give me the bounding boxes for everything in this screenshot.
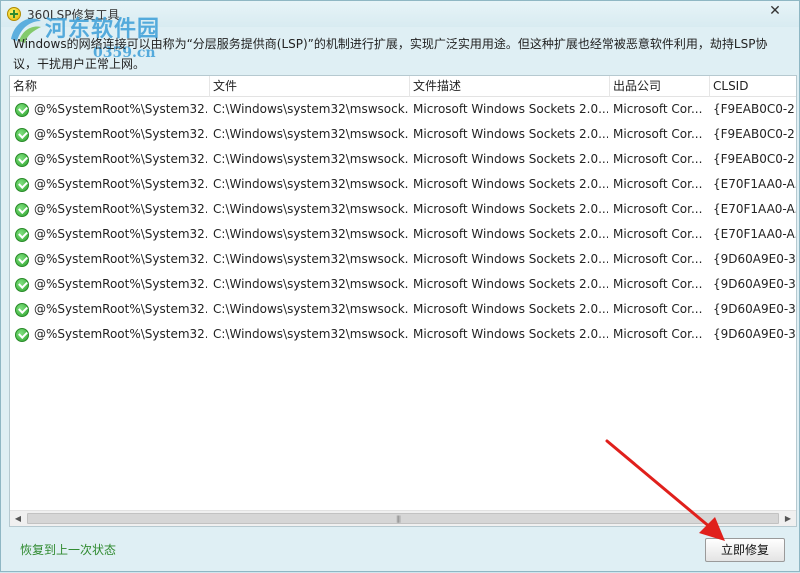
column-header-clsid[interactable]: CLSID bbox=[710, 76, 796, 97]
cell-company: Microsoft Cor... bbox=[613, 252, 703, 266]
cell-file: C:\Windows\system32\mswsock... bbox=[213, 127, 408, 141]
cell-name: @%SystemRoot%\System32... bbox=[34, 102, 207, 116]
cell-name: @%SystemRoot%\System32... bbox=[34, 302, 207, 316]
cell-company: Microsoft Cor... bbox=[613, 327, 703, 341]
cell-description: Microsoft Windows Sockets 2.0... bbox=[413, 277, 608, 291]
table-row[interactable]: @%SystemRoot%\System32... C:\Windows\sys… bbox=[10, 147, 796, 172]
column-header-description[interactable]: 文件描述 bbox=[410, 76, 610, 97]
cell-description: Microsoft Windows Sockets 2.0... bbox=[413, 127, 608, 141]
cell-name: @%SystemRoot%\System32... bbox=[34, 127, 207, 141]
table-row[interactable]: @%SystemRoot%\System32... C:\Windows\sys… bbox=[10, 197, 796, 222]
cell-clsid: {F9EAB0C0-2... bbox=[713, 127, 796, 141]
cell-file: C:\Windows\system32\mswsock... bbox=[213, 202, 408, 216]
cell-company: Microsoft Cor... bbox=[613, 302, 703, 316]
cell-description: Microsoft Windows Sockets 2.0... bbox=[413, 327, 608, 341]
cell-name: @%SystemRoot%\System32... bbox=[34, 252, 207, 266]
cell-name: @%SystemRoot%\System32... bbox=[34, 152, 207, 166]
cell-clsid: {9D60A9E0-3... bbox=[713, 252, 796, 266]
table-row[interactable]: @%SystemRoot%\System32... C:\Windows\sys… bbox=[10, 272, 796, 297]
table-row[interactable]: @%SystemRoot%\System32... C:\Windows\sys… bbox=[10, 222, 796, 247]
lsp-list-table[interactable]: 名称 文件 文件描述 出品公司 CLSID @%SystemRoot%\Syst… bbox=[9, 75, 797, 527]
table-row[interactable]: @%SystemRoot%\System32... C:\Windows\sys… bbox=[10, 247, 796, 272]
table-row[interactable]: @%SystemRoot%\System32... C:\Windows\sys… bbox=[10, 172, 796, 197]
lsp-description: Windows的网络连接可以由称为“分层服务提供商(LSP)”的机制进行扩展，实… bbox=[13, 37, 768, 71]
cell-clsid: {9D60A9E0-3... bbox=[713, 302, 796, 316]
cell-file: C:\Windows\system32\mswsock... bbox=[213, 277, 408, 291]
cell-file: C:\Windows\system32\mswsock... bbox=[213, 152, 408, 166]
cell-clsid: {E70F1AA0-A... bbox=[713, 227, 796, 241]
column-header-company[interactable]: 出品公司 bbox=[610, 76, 710, 97]
cell-file: C:\Windows\system32\mswsock... bbox=[213, 302, 408, 316]
cell-clsid: {9D60A9E0-3... bbox=[713, 277, 796, 291]
cell-description: Microsoft Windows Sockets 2.0... bbox=[413, 252, 608, 266]
cell-name: @%SystemRoot%\System32... bbox=[34, 327, 207, 341]
cell-description: Microsoft Windows Sockets 2.0... bbox=[413, 177, 608, 191]
close-button[interactable]: ✕ bbox=[753, 1, 797, 21]
horizontal-scrollbar[interactable]: ◀ ||| ▶ bbox=[10, 510, 796, 526]
cell-clsid: {E70F1AA0-A... bbox=[713, 202, 796, 216]
restore-previous-state-link[interactable]: 恢复到上一次状态 bbox=[20, 541, 116, 558]
cell-name: @%SystemRoot%\System32... bbox=[34, 202, 207, 216]
cell-company: Microsoft Cor... bbox=[613, 227, 703, 241]
table-row[interactable]: @%SystemRoot%\System32... C:\Windows\sys… bbox=[10, 122, 796, 147]
cell-company: Microsoft Cor... bbox=[613, 152, 703, 166]
cell-description: Microsoft Windows Sockets 2.0... bbox=[413, 227, 608, 241]
table-row[interactable]: @%SystemRoot%\System32... C:\Windows\sys… bbox=[10, 97, 796, 122]
cell-file: C:\Windows\system32\mswsock... bbox=[213, 327, 408, 341]
cell-company: Microsoft Cor... bbox=[613, 177, 703, 191]
cell-file: C:\Windows\system32\mswsock... bbox=[213, 252, 408, 266]
cell-clsid: {9D60A9E0-3... bbox=[713, 327, 796, 341]
cell-clsid: {F9EAB0C0-2... bbox=[713, 152, 796, 166]
table-row[interactable]: @%SystemRoot%\System32... C:\Windows\sys… bbox=[10, 297, 796, 322]
cell-clsid: {F9EAB0C0-2... bbox=[713, 102, 796, 116]
cell-file: C:\Windows\system32\mswsock... bbox=[213, 102, 408, 116]
column-header-name[interactable]: 名称 bbox=[10, 76, 210, 97]
scrollbar-grip-icon: ||| bbox=[396, 515, 401, 523]
cell-company: Microsoft Cor... bbox=[613, 102, 703, 116]
repair-now-button[interactable]: 立即修复 bbox=[705, 538, 785, 562]
cell-description: Microsoft Windows Sockets 2.0... bbox=[413, 302, 608, 316]
cell-file: C:\Windows\system32\mswsock... bbox=[213, 227, 408, 241]
cell-company: Microsoft Cor... bbox=[613, 127, 703, 141]
scroll-left-arrow-icon[interactable]: ◀ bbox=[10, 511, 26, 527]
cell-company: Microsoft Cor... bbox=[613, 277, 703, 291]
cell-description: Microsoft Windows Sockets 2.0... bbox=[413, 102, 608, 116]
cell-company: Microsoft Cor... bbox=[613, 202, 703, 216]
cell-file: C:\Windows\system32\mswsock... bbox=[213, 177, 408, 191]
cell-description: Microsoft Windows Sockets 2.0... bbox=[413, 202, 608, 216]
cell-name: @%SystemRoot%\System32... bbox=[34, 277, 207, 291]
scroll-right-arrow-icon[interactable]: ▶ bbox=[780, 511, 796, 527]
cell-name: @%SystemRoot%\System32... bbox=[34, 177, 207, 191]
cell-description: Microsoft Windows Sockets 2.0... bbox=[413, 152, 608, 166]
column-header-file[interactable]: 文件 bbox=[210, 76, 410, 97]
scrollbar-thumb[interactable]: ||| bbox=[27, 513, 779, 524]
lsp-repair-window: 360LSP修复工具 ✕ 河东软件园 0359.cn Windows的网络连接可… bbox=[0, 0, 800, 572]
table-row[interactable]: @%SystemRoot%\System32... C:\Windows\sys… bbox=[10, 322, 796, 347]
table-header: 名称 文件 文件描述 出品公司 CLSID bbox=[10, 76, 796, 97]
cell-name: @%SystemRoot%\System32... bbox=[34, 227, 207, 241]
cell-clsid: {E70F1AA0-A... bbox=[713, 177, 796, 191]
